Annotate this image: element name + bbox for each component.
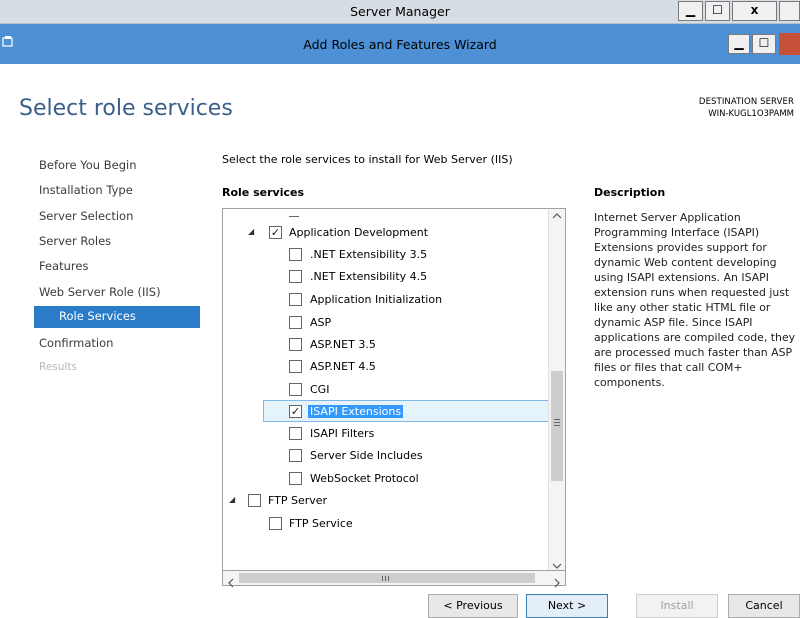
checkbox-isapi-filters[interactable] bbox=[289, 427, 302, 440]
tree-row-net-ext-45[interactable]: .NET Extensibility 4.5 bbox=[223, 266, 549, 288]
description-header: Description bbox=[594, 186, 666, 199]
close-button[interactable]: x bbox=[732, 1, 777, 21]
tree-row-asp[interactable]: ASP bbox=[223, 312, 549, 334]
checkbox-aspnet-35[interactable] bbox=[289, 338, 302, 351]
tree-row-ssi[interactable]: Server Side Includes bbox=[223, 445, 549, 467]
tree-row-isapi-extensions[interactable]: ✓ ISAPI Extensions bbox=[263, 400, 549, 422]
tree-label: ASP bbox=[310, 316, 332, 329]
wizard-title: Add Roles and Features Wizard bbox=[303, 37, 497, 52]
tree-row-app-init[interactable]: Application Initialization bbox=[223, 289, 549, 311]
nav-before-you-begin[interactable]: Before You Begin bbox=[39, 158, 136, 172]
checkbox-isapi-extensions[interactable]: ✓ bbox=[289, 405, 302, 418]
cancel-button[interactable]: Cancel bbox=[728, 594, 800, 618]
nav-server-roles[interactable]: Server Roles bbox=[39, 234, 111, 248]
expand-arrow-icon[interactable]: ◢ bbox=[229, 495, 235, 504]
tree-row-aspnet-35[interactable]: ASP.NET 3.5 bbox=[223, 334, 549, 356]
tree-row-cgi[interactable]: CGI bbox=[223, 379, 549, 401]
wizard-minimize-button[interactable]: ▁ bbox=[728, 34, 750, 54]
maximize-button[interactable]: ☐ bbox=[705, 1, 730, 21]
tree-label: .NET Extensibility 3.5 bbox=[310, 248, 428, 261]
server-manager-titlebar: Server Manager ▁ ☐ x bbox=[0, 0, 800, 24]
tree-label: WebSocket Protocol bbox=[310, 472, 419, 485]
install-button: Install bbox=[636, 594, 718, 618]
wizard-titlebar: Add Roles and Features Wizard ▁ ☐ bbox=[0, 24, 800, 64]
tree-row-net-ext-35[interactable]: .NET Extensibility 3.5 bbox=[223, 244, 549, 266]
nav-role-services[interactable]: Role Services bbox=[34, 306, 200, 328]
vertical-scroll-thumb[interactable] bbox=[551, 371, 563, 481]
tree-row-isapi-filters[interactable]: ISAPI Filters bbox=[223, 423, 549, 445]
minimize-button[interactable]: ▁ bbox=[678, 1, 703, 21]
expand-arrow-icon[interactable]: ◢ bbox=[248, 227, 254, 236]
nav-confirmation[interactable]: Confirmation bbox=[39, 336, 113, 350]
tree-label: Server Side Includes bbox=[310, 449, 423, 462]
tree-label: Application Initialization bbox=[310, 293, 443, 306]
destination-server-name: WIN-KUGL1O3PAMM bbox=[708, 109, 794, 119]
checkbox-app-init[interactable] bbox=[289, 293, 302, 306]
scroll-right-arrow-icon[interactable] bbox=[553, 573, 561, 592]
tree-row-ftp-server[interactable]: ◢ FTP Server bbox=[223, 490, 549, 512]
checkbox-cgi[interactable] bbox=[289, 383, 302, 396]
role-services-tree[interactable]: ◢ ✓ Application Development .NET Extensi… bbox=[222, 208, 552, 586]
horizontal-scroll-thumb[interactable] bbox=[239, 573, 535, 583]
tree-label: .NET Extensibility 4.5 bbox=[310, 270, 428, 283]
tree-label: FTP Server bbox=[268, 494, 328, 507]
tree-row-application-development[interactable]: ◢ ✓ Application Development bbox=[223, 222, 549, 244]
nav-web-server-role[interactable]: Web Server Role (IIS) bbox=[39, 285, 161, 299]
checkbox-net-ext-45[interactable] bbox=[289, 270, 302, 283]
nav-results: Results bbox=[39, 361, 77, 373]
checkbox-websocket[interactable] bbox=[289, 472, 302, 485]
checkbox-application-development[interactable]: ✓ bbox=[269, 226, 282, 239]
wizard-close-button[interactable] bbox=[779, 33, 800, 55]
role-services-header: Role services bbox=[222, 186, 304, 199]
tree-label: FTP Service bbox=[289, 517, 353, 530]
destination-server-label: DESTINATION SERVER bbox=[698, 97, 794, 107]
checkbox-ftp-service[interactable] bbox=[269, 517, 282, 530]
tree-label: ASP.NET 4.5 bbox=[310, 360, 376, 373]
tree-label: CGI bbox=[310, 383, 330, 396]
description-text: Internet Server Application Programming … bbox=[594, 211, 796, 389]
checkbox-net-ext-35[interactable] bbox=[289, 248, 302, 261]
previous-button[interactable]: < Previous bbox=[428, 594, 518, 618]
tree-row-ftp-service[interactable]: FTP Service bbox=[223, 513, 549, 535]
vertical-scrollbar[interactable] bbox=[548, 208, 566, 571]
page-title: Select role services bbox=[19, 96, 233, 121]
tree-label: ISAPI Extensions bbox=[308, 405, 404, 418]
nav-server-selection[interactable]: Server Selection bbox=[39, 209, 133, 223]
next-button[interactable]: Next > bbox=[526, 594, 608, 618]
instruction-text: Select the role services to install for … bbox=[222, 153, 513, 166]
tree-row-websocket[interactable]: WebSocket Protocol bbox=[223, 468, 549, 490]
checkbox-ftp-server[interactable] bbox=[248, 494, 261, 507]
horizontal-scrollbar[interactable] bbox=[222, 570, 566, 588]
partial-row-checkbox bbox=[289, 216, 299, 217]
scroll-up-arrow-icon[interactable] bbox=[552, 212, 562, 223]
tree-label: ISAPI Filters bbox=[310, 427, 375, 440]
checkbox-ssi[interactable] bbox=[289, 449, 302, 462]
nav-installation-type[interactable]: Installation Type bbox=[39, 183, 133, 197]
checkbox-asp[interactable] bbox=[289, 316, 302, 329]
tree-label: Application Development bbox=[289, 226, 429, 239]
tree-label: ASP.NET 3.5 bbox=[310, 338, 376, 351]
extra-window-button[interactable] bbox=[779, 1, 800, 21]
wizard-maximize-button[interactable]: ☐ bbox=[752, 34, 776, 54]
nav-features[interactable]: Features bbox=[39, 259, 88, 273]
checkbox-aspnet-45[interactable] bbox=[289, 360, 302, 373]
scroll-left-arrow-icon[interactable] bbox=[227, 573, 235, 592]
tree-row-aspnet-45[interactable]: ASP.NET 4.5 bbox=[223, 356, 549, 378]
